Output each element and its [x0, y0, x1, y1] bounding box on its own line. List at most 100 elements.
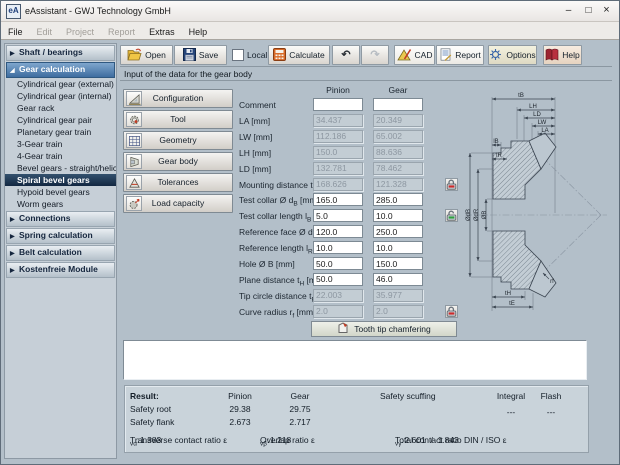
- title-bar: eA eAssistant - GWJ Technology GmbH – □ …: [1, 1, 619, 22]
- open-folder-icon: [127, 48, 142, 63]
- gear-input-row-7[interactable]: [373, 209, 423, 222]
- safety-root-gear: 29.75: [275, 404, 325, 414]
- result-panel: Result: Pinion Gear Safety scuffing Inte…: [124, 385, 589, 453]
- gear-input-row-1: [373, 114, 423, 127]
- safety-root-label: Safety root: [130, 404, 171, 414]
- dim-label-lh: LH: [529, 104, 537, 110]
- sidebar-item-planetary-gear-train[interactable]: Planetary gear train: [5, 126, 116, 138]
- calculator-icon: [273, 48, 286, 63]
- gear-input-row-8[interactable]: [373, 225, 423, 238]
- lock-open-icon[interactable]: [445, 209, 458, 222]
- sidebar-section-kostenfreie-module[interactable]: ▶Kostenfreie Module: [6, 262, 115, 278]
- dim-label-db: ØdB: [466, 209, 472, 221]
- sidebar-item-3-gear-train[interactable]: 3-Gear train: [5, 138, 116, 150]
- sidebar-item-hypoid-bevel-gears[interactable]: Hypoid bevel gears: [5, 186, 116, 198]
- pinion-input-row-6[interactable]: [313, 193, 363, 206]
- menu-help[interactable]: Help: [182, 24, 215, 40]
- dim-label-ld: LD: [533, 112, 541, 118]
- pinion-input-row-9[interactable]: [313, 241, 363, 254]
- form-label-reference-length-lr: Reference length lR [mm]: [239, 243, 317, 256]
- form-label-lw-mm: LW [mm]: [239, 132, 317, 142]
- open-button[interactable]: Open: [120, 45, 173, 65]
- chevron-collapsed-icon: ▶: [10, 248, 19, 261]
- configuration-button[interactable]: Configuration: [123, 89, 233, 108]
- options-button[interactable]: Options: [488, 45, 537, 65]
- gear-body-button[interactable]: Gear body: [123, 152, 233, 171]
- save-label: Save: [199, 50, 218, 60]
- menu-file[interactable]: File: [1, 24, 30, 40]
- tool-button[interactable]: Tool: [123, 110, 233, 129]
- result-col-scuffing: Safety scuffing: [380, 391, 436, 401]
- sidebar-item-worm-gears[interactable]: Worm gears: [5, 198, 116, 210]
- report-button[interactable]: Report: [436, 45, 484, 65]
- sidebar-section-spring-calculation[interactable]: ▶Spring calculation: [6, 228, 115, 244]
- message-area[interactable]: [123, 340, 587, 380]
- calculate-button[interactable]: Calculate: [268, 45, 330, 65]
- result-title: Result:: [130, 391, 159, 401]
- cad-button[interactable]: CAD: [394, 45, 435, 65]
- lock-closed-icon[interactable]: [445, 178, 458, 191]
- sidebar-section-belt-calculation[interactable]: ▶Belt calculation: [6, 245, 115, 261]
- pinion-input-row-8[interactable]: [313, 225, 363, 238]
- tolerances-button[interactable]: Tolerances: [123, 173, 233, 192]
- cad-icon: [397, 48, 412, 63]
- open-label: Open: [145, 50, 166, 60]
- form-label-tip-circle-distance-te: Tip circle distance tE [mm]: [239, 291, 317, 304]
- pinion-input-row-5: [313, 178, 363, 191]
- dim-label-dr: ØdR: [474, 208, 480, 221]
- lock-closed-icon[interactable]: [445, 305, 458, 318]
- maximize-button[interactable]: □: [580, 1, 597, 20]
- gear-input-row-9[interactable]: [373, 241, 423, 254]
- sidebar-section-gear-calculation[interactable]: ◢Gear calculation: [6, 62, 115, 78]
- menu-report: Report: [101, 24, 142, 40]
- pinion-input-row-0[interactable]: [313, 98, 363, 111]
- dim-label-te: tE: [509, 301, 515, 307]
- window-title: eAssistant - GWJ Technology GmbH: [25, 1, 171, 21]
- local-checkbox[interactable]: [232, 49, 244, 61]
- safety-flank-pinion: 2.673: [215, 417, 265, 427]
- close-button[interactable]: ×: [598, 1, 615, 20]
- sidebar-item-4-gear-train[interactable]: 4-Gear train: [5, 150, 116, 162]
- tooth-tip-chamfering-label: Tooth tip chamfering: [354, 324, 431, 334]
- sidebar-item-bevel-gears-straight-helical[interactable]: Bevel gears - straight/helical: [5, 162, 116, 174]
- sidebar-item-cylindrical-gear-pair[interactable]: Cylindrical gear pair: [5, 114, 116, 126]
- gear-input-row-11[interactable]: [373, 273, 423, 286]
- gear-input-row-3: [373, 146, 423, 159]
- gear-input-row-6[interactable]: [373, 193, 423, 206]
- nav-button-label: Gear body: [158, 156, 198, 166]
- pinion-input-row-11[interactable]: [313, 273, 363, 286]
- result-col-pinion: Pinion: [215, 391, 265, 401]
- menu-extras[interactable]: Extras: [142, 24, 182, 40]
- safety-root-pinion: 29.38: [215, 404, 265, 414]
- gear-input-row-0[interactable]: [373, 98, 423, 111]
- gear-input-row-10[interactable]: [373, 257, 423, 270]
- help-button[interactable]: Help: [543, 45, 582, 65]
- tooth-tip-chamfering-icon: [337, 322, 349, 336]
- sidebar-item-cylindrical-gear-internal[interactable]: Cylindrical gear (internal): [5, 90, 116, 102]
- result-col-flash: Flash: [525, 391, 577, 401]
- chevron-collapsed-icon: ▶: [10, 265, 19, 278]
- redo-icon: ↷: [370, 50, 379, 61]
- sidebar-item-gear-rack[interactable]: Gear rack: [5, 102, 116, 114]
- sidebar-item-cylindrical-gear-external[interactable]: Cylindrical gear (external): [5, 78, 116, 90]
- minimize-button[interactable]: –: [560, 1, 577, 20]
- safety-flank-gear: 2.717: [275, 417, 325, 427]
- tooth-tip-chamfering-button[interactable]: Tooth tip chamfering: [311, 321, 457, 337]
- pinion-input-row-10[interactable]: [313, 257, 363, 270]
- dim-label-lr: lR: [496, 153, 502, 159]
- local-checkbox-label: Local: [247, 45, 267, 65]
- cad-label: CAD: [415, 50, 433, 60]
- form-label-curve-radius-rf: Curve radius rf [mm]: [239, 307, 317, 320]
- save-button[interactable]: Save: [174, 45, 227, 65]
- nav-button-label: Tool: [170, 114, 186, 124]
- sidebar-item-spiral-bevel-gears[interactable]: Spiral bevel gears: [5, 174, 116, 186]
- geometry-button[interactable]: Geometry: [123, 131, 233, 150]
- undo-button[interactable]: ↶: [332, 45, 360, 65]
- sidebar-section-shaft-bearings[interactable]: ▶Shaft / bearings: [6, 45, 115, 61]
- dim-label-th: tH: [505, 291, 511, 297]
- pinion-input-row-7[interactable]: [313, 209, 363, 222]
- sidebar-section-connections[interactable]: ▶Connections: [6, 211, 115, 227]
- pinion-input-row-4: [313, 162, 363, 175]
- load-capacity-button[interactable]: Load capacity: [123, 194, 233, 213]
- pinion-input-row-2: [313, 130, 363, 143]
